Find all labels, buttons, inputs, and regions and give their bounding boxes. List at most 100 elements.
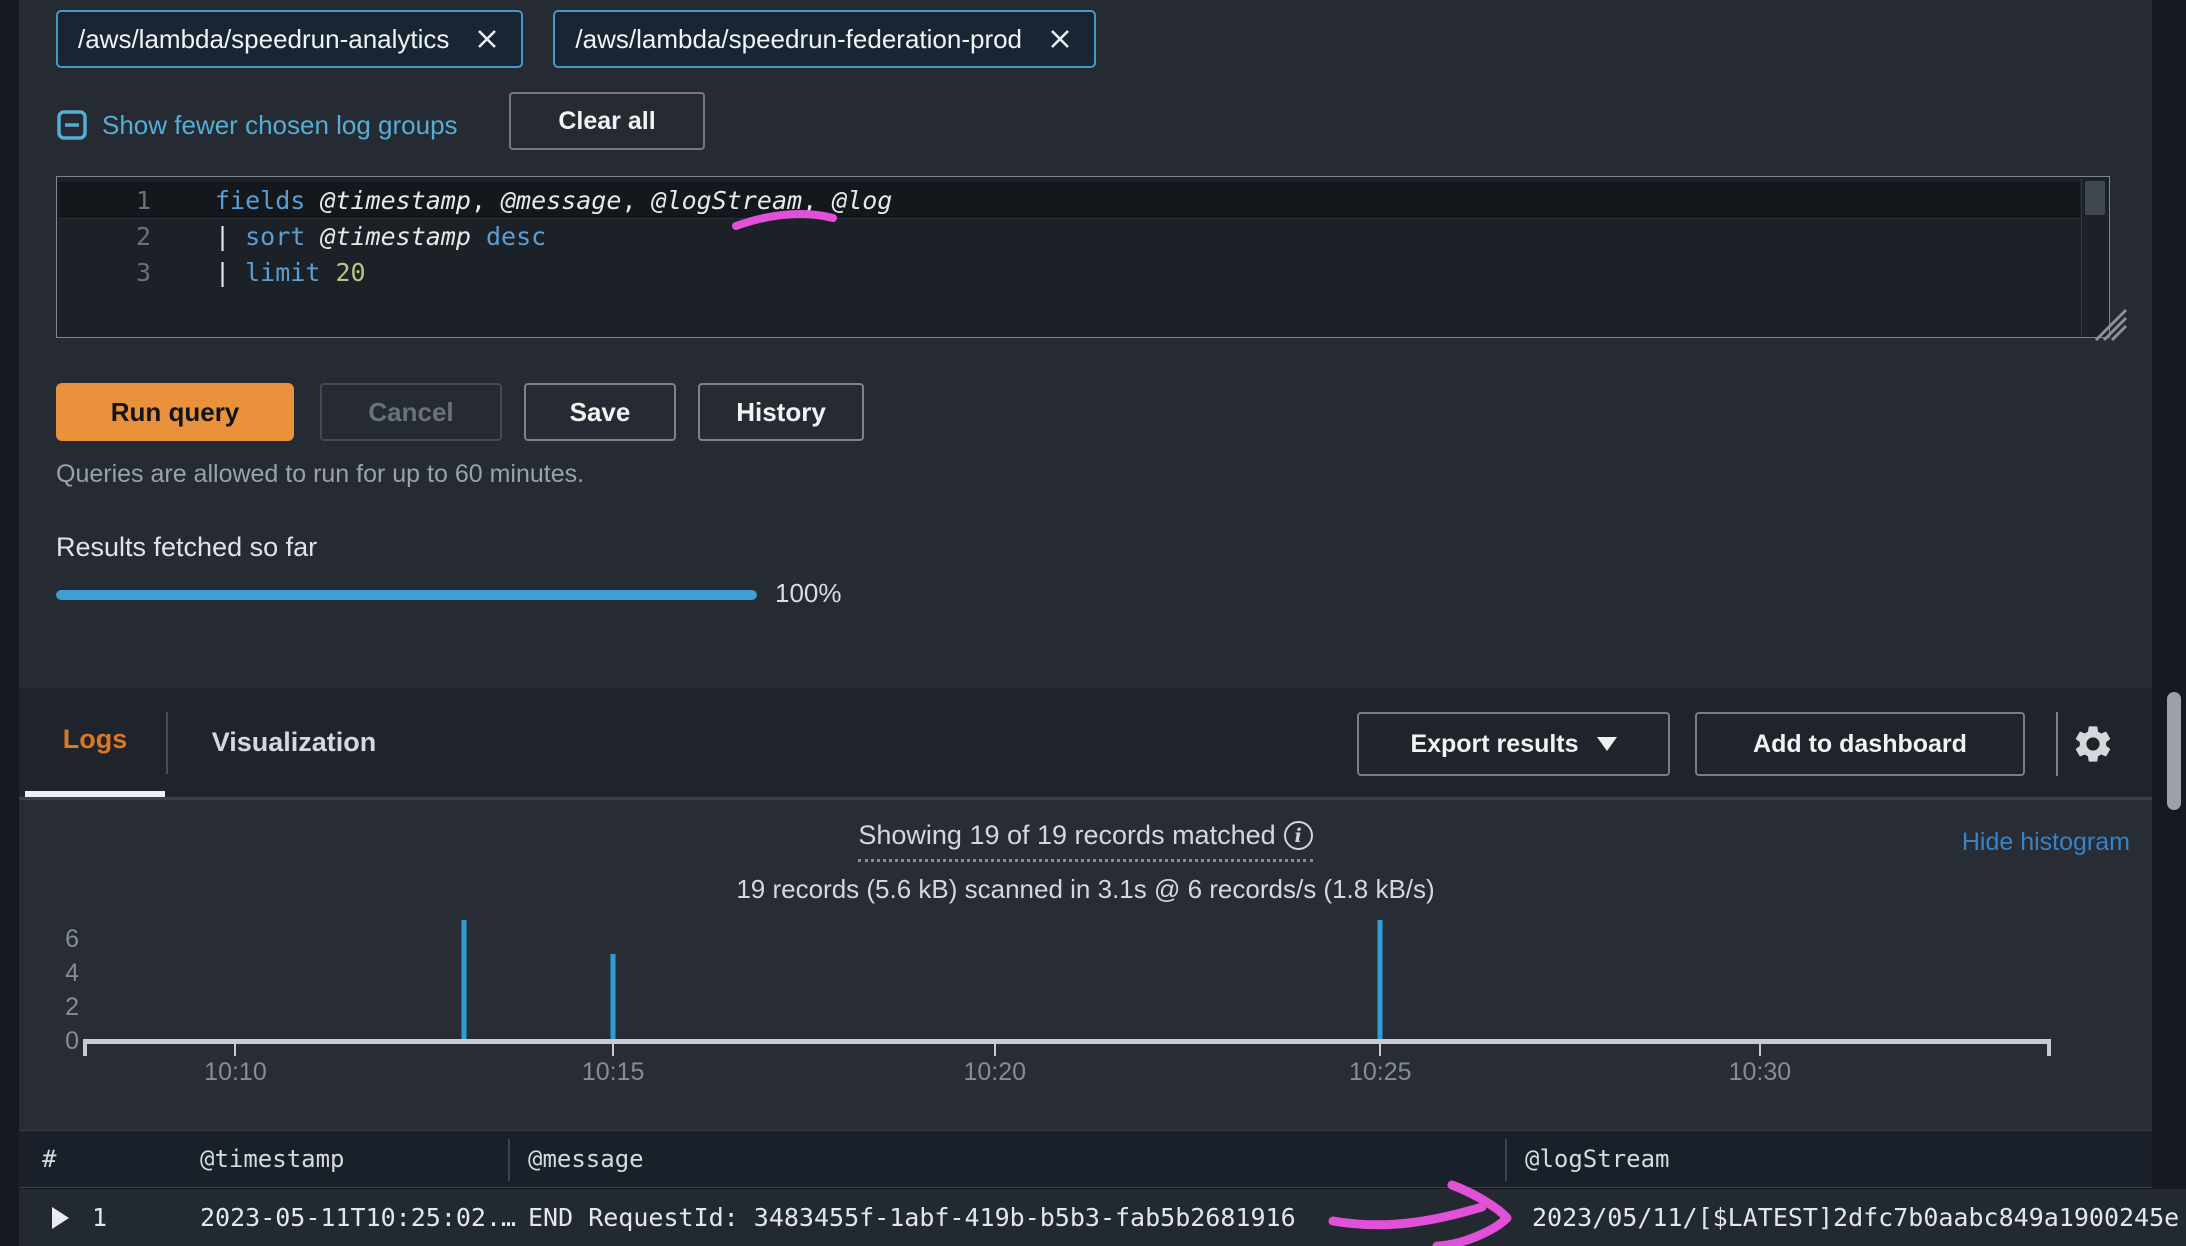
editor-resize-handle-icon[interactable] xyxy=(2082,290,2130,342)
histogram-x-tick xyxy=(612,1044,614,1056)
records-matched-heading: Showing 19 of 19 records matched xyxy=(19,820,2152,862)
line-number: 3 xyxy=(57,255,161,291)
save-button[interactable]: Save xyxy=(524,383,676,441)
code-token-field: @log xyxy=(832,186,892,215)
code-token-plain: | xyxy=(215,222,245,251)
histogram-bar xyxy=(461,920,466,1043)
column-divider xyxy=(1505,1139,1507,1181)
progress-bar-fill xyxy=(56,590,757,600)
editor-scrollbar-thumb[interactable] xyxy=(2085,181,2105,215)
histogram-y-tick-label: 4 xyxy=(37,958,79,988)
histogram-axis-endcap xyxy=(83,1039,87,1056)
histogram-plot xyxy=(84,916,2051,1039)
row-logstream-link[interactable]: 2023/05/11/[$LATEST]2dfc7b0aabc849a19002… xyxy=(1532,1189,2179,1246)
results-panel: Showing 19 of 19 records matched 19 reco… xyxy=(19,800,2152,1130)
histogram-x-tick-label: 10:30 xyxy=(1690,1058,1830,1087)
query-code-line: | sort @timestamp desc xyxy=(215,219,546,255)
hide-histogram-link[interactable]: Hide histogram xyxy=(1962,828,2130,857)
log-group-chip[interactable]: /aws/lambda/speedrun-federation-prod xyxy=(553,10,1096,68)
histogram-y-tick-label: 6 xyxy=(37,924,79,954)
histogram-y-tick-label: 0 xyxy=(37,1026,79,1056)
info-icon[interactable] xyxy=(1284,821,1313,850)
row-index: 1 xyxy=(92,1189,107,1246)
histogram-x-tick-label: 10:10 xyxy=(165,1058,305,1087)
code-token-field: @logStream xyxy=(652,186,803,215)
page-scrollbar-thumb[interactable] xyxy=(2167,692,2181,810)
histogram-x-tick xyxy=(994,1044,996,1056)
code-token-plain xyxy=(305,222,320,251)
code-token-field: @message xyxy=(501,186,621,215)
histogram-x-tick xyxy=(1379,1044,1381,1056)
remove-log-group-icon[interactable] xyxy=(475,26,501,52)
results-table-header: # @timestamp @message @logStream xyxy=(19,1130,2152,1188)
histogram-x-tick-label: 10:15 xyxy=(543,1058,683,1087)
history-button[interactable]: History xyxy=(698,383,864,441)
code-token-plain xyxy=(305,186,320,215)
add-to-dashboard-button[interactable]: Add to dashboard xyxy=(1695,712,2025,776)
tab-visualization[interactable]: Visualization xyxy=(210,688,378,797)
row-message: END RequestId: 3483455f-1abf-419b-b5b3-f… xyxy=(528,1189,1296,1246)
line-number: 2 xyxy=(57,219,161,255)
clear-all-button[interactable]: Clear all xyxy=(509,92,705,150)
settings-gear-icon[interactable] xyxy=(2071,722,2115,766)
table-row[interactable]: 1 2023-05-11T10:25:02.… END RequestId: 3… xyxy=(19,1189,2186,1246)
remove-log-group-icon[interactable] xyxy=(1048,26,1074,52)
results-tabs-bar: Logs Visualization Export results Add to… xyxy=(19,688,2152,800)
chevron-down-icon xyxy=(1597,737,1617,751)
code-token-keyword: fields xyxy=(215,186,305,215)
histogram-x-tick xyxy=(234,1044,236,1056)
results-fetched-label: Results fetched so far xyxy=(56,532,317,563)
row-timestamp: 2023-05-11T10:25:02.… xyxy=(200,1189,516,1246)
query-code-line: | limit 20 xyxy=(215,255,366,291)
expand-row-icon[interactable] xyxy=(52,1207,69,1229)
column-header-index: # xyxy=(42,1131,56,1187)
histogram-y-tick-label: 2 xyxy=(37,992,79,1022)
histogram-axis-endcap xyxy=(2047,1039,2051,1056)
column-header-logstream: @logStream xyxy=(1525,1131,1670,1187)
run-query-button[interactable]: Run query xyxy=(56,383,294,441)
scan-stats-text: 19 records (5.6 kB) scanned in 3.1s @ 6 … xyxy=(19,874,2152,905)
progress-bar xyxy=(56,590,757,600)
histogram-bar xyxy=(1378,920,1383,1043)
export-results-label: Export results xyxy=(1410,730,1578,759)
log-group-chip[interactable]: /aws/lambda/speedrun-analytics xyxy=(56,10,523,68)
log-group-chip-label: /aws/lambda/speedrun-analytics xyxy=(78,24,449,55)
query-editor[interactable]: 1 2 3 fields @timestamp, @message, @logS… xyxy=(56,176,2110,338)
query-code-line: fields @timestamp, @message, @logStream,… xyxy=(215,183,892,219)
column-header-message: @message xyxy=(528,1131,644,1187)
column-divider xyxy=(508,1139,510,1181)
histogram-x-tick-label: 10:20 xyxy=(925,1058,1065,1087)
query-limit-note: Queries are allowed to run for up to 60 … xyxy=(56,460,584,489)
log-group-chip-label: /aws/lambda/speedrun-federation-prod xyxy=(575,24,1022,55)
tab-divider xyxy=(166,712,168,774)
collapse-minus-icon xyxy=(56,109,88,141)
code-token-number: 20 xyxy=(335,258,365,287)
query-section: /aws/lambda/speedrun-analytics /aws/lamb… xyxy=(19,0,2152,688)
code-token-keyword: desc xyxy=(486,222,546,251)
cancel-button[interactable]: Cancel xyxy=(320,383,502,441)
actions-divider xyxy=(2056,712,2058,776)
histogram-x-tick-label: 10:25 xyxy=(1310,1058,1450,1087)
code-token-plain xyxy=(320,258,335,287)
histogram-x-tick xyxy=(1759,1044,1761,1056)
code-token-plain: | xyxy=(215,258,245,287)
show-fewer-label: Show fewer chosen log groups xyxy=(102,110,458,141)
code-token-plain: , xyxy=(621,186,651,215)
code-token-field: @timestamp xyxy=(320,186,471,215)
code-token-plain: , xyxy=(802,186,832,215)
histogram-x-axis xyxy=(84,1039,2051,1044)
export-results-button[interactable]: Export results xyxy=(1357,712,1670,776)
code-token-plain xyxy=(471,222,486,251)
code-token-field: @timestamp xyxy=(320,222,471,251)
code-token-keyword: limit xyxy=(245,258,320,287)
show-fewer-log-groups-link[interactable]: Show fewer chosen log groups xyxy=(56,100,458,150)
code-token-plain: , xyxy=(471,186,501,215)
code-token-keyword: sort xyxy=(245,222,305,251)
records-matched-text: Showing 19 of 19 records matched xyxy=(858,820,1275,851)
column-header-timestamp: @timestamp xyxy=(200,1131,345,1187)
histogram-bar xyxy=(611,954,616,1043)
line-number: 1 xyxy=(57,183,161,219)
log-group-chips: /aws/lambda/speedrun-analytics /aws/lamb… xyxy=(56,10,1096,68)
progress-percent: 100% xyxy=(775,578,842,609)
tab-logs[interactable]: Logs xyxy=(25,688,165,797)
